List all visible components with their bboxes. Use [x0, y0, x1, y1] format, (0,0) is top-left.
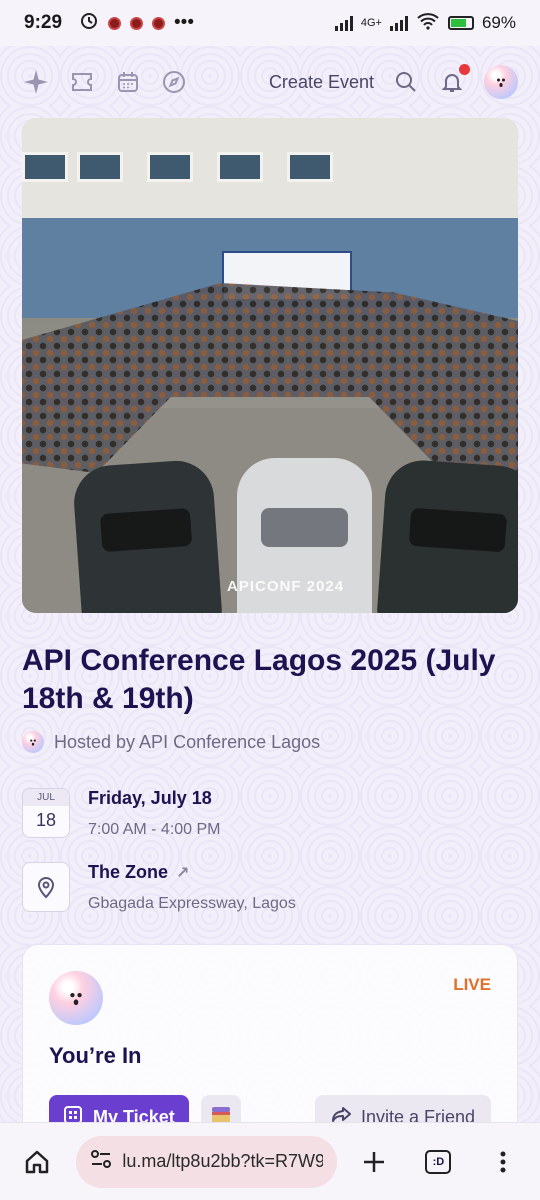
calendar-badge: JUL 18 — [22, 788, 70, 838]
search-icon[interactable] — [392, 68, 420, 96]
signal-icon — [389, 15, 408, 31]
event-date-label: Friday, July 18 — [88, 788, 212, 808]
photo-window — [287, 152, 333, 182]
photo-window — [217, 152, 263, 182]
date-text: Friday, July 18 7:00 AM - 4:00 PM — [88, 788, 221, 839]
status-left: 9:29 ••• — [24, 10, 194, 36]
bell-icon[interactable] — [438, 64, 470, 96]
host-line[interactable]: Hosted by API Conference Lagos — [22, 731, 320, 753]
ticket-icon[interactable] — [68, 68, 96, 96]
location-name: The Zone — [88, 862, 168, 882]
location-pin-icon — [22, 862, 70, 912]
live-badge: LIVE — [453, 975, 491, 994]
site-settings-icon[interactable] — [90, 1149, 112, 1174]
wifi-icon — [416, 12, 440, 35]
notification-app-icon — [130, 16, 144, 30]
user-avatar[interactable] — [484, 65, 518, 99]
location-address: Gbagada Expressway, Lagos — [88, 895, 296, 912]
notification-badge — [459, 64, 470, 75]
top-navigation: Create Event — [0, 46, 540, 118]
tab-count: :D — [425, 1149, 452, 1174]
event-time: 7:00 AM - 4:00 PM — [88, 821, 221, 838]
calendar-icon[interactable] — [114, 68, 142, 96]
more-notifications-icon: ••• — [174, 12, 194, 33]
notification-app-icon — [152, 16, 166, 30]
notification-app-icon — [108, 16, 122, 30]
address-bar[interactable]: lu.ma/ltp8u2bb?tk=R7W9c — [76, 1135, 337, 1188]
event-location[interactable]: The Zone ↗ Gbagada Expressway, Lagos — [22, 862, 296, 913]
alarm-icon — [79, 10, 99, 36]
home-icon[interactable] — [18, 1142, 56, 1182]
battery-icon — [447, 16, 474, 30]
create-event-link[interactable]: Create Event — [269, 72, 374, 93]
registration-headline: You’re In — [49, 1043, 142, 1068]
photo-car — [376, 457, 518, 613]
status-right: 4G+ 69% — [334, 12, 516, 35]
status-time: 9:29 — [24, 12, 63, 33]
network-type: 4G+ — [360, 17, 382, 29]
attendee-avatar — [49, 971, 103, 1025]
calendar-month: JUL — [23, 789, 69, 806]
photo-car — [71, 458, 223, 613]
host-avatar — [22, 731, 44, 753]
status-bar: 9:29 ••• 4G+ 69% — [0, 0, 540, 46]
photo-watermark: APICONF 2024 — [227, 578, 345, 595]
tab-switcher-button[interactable]: :D — [419, 1142, 457, 1182]
hosted-by-text: Hosted by API Conference Lagos — [54, 731, 321, 752]
event-date: JUL 18 Friday, July 18 7:00 AM - 4:00 PM — [22, 788, 221, 839]
compass-icon[interactable] — [160, 68, 188, 96]
location-text: The Zone ↗ Gbagada Expressway, Lagos — [88, 862, 296, 913]
sparkle-icon[interactable] — [22, 68, 50, 96]
location-name-row: The Zone ↗ — [88, 862, 296, 883]
calendar-day: 18 — [35, 810, 57, 830]
event-cover-photo: APICONF 2024 — [22, 118, 518, 613]
more-menu-icon[interactable] — [484, 1142, 522, 1182]
external-link-icon: ↗ — [176, 865, 190, 882]
browser-toolbar: lu.ma/ltp8u2bb?tk=R7W9c :D — [0, 1122, 540, 1200]
photo-window — [147, 152, 193, 182]
new-tab-icon[interactable] — [355, 1142, 393, 1182]
photo-window — [77, 152, 123, 182]
signal-icon — [334, 15, 353, 31]
url-text: lu.ma/ltp8u2bb?tk=R7W9c — [122, 1151, 323, 1171]
battery-level: 69% — [481, 13, 516, 32]
event-title: API Conference Lagos 2025 (July 18th & 1… — [22, 644, 496, 715]
photo-window — [22, 152, 68, 182]
